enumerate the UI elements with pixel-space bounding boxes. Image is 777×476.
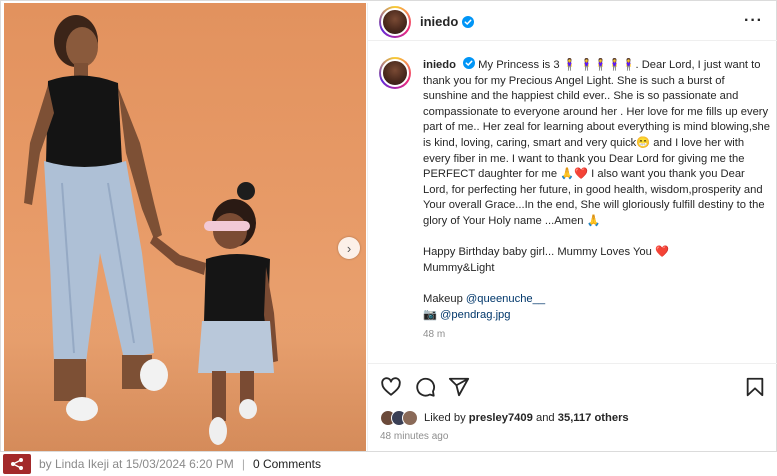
likes-others-count[interactable]: 35,117 others (558, 412, 629, 424)
post-side-panel: iniedo ··· iniedo My Princess is 3 🧍‍♀️ … (367, 3, 777, 451)
and-label: and (532, 412, 558, 424)
author-username[interactable]: iniedo (420, 14, 458, 29)
instagram-post-embed: › iniedo ··· iniedo My Princes (0, 0, 777, 452)
caption-username[interactable]: iniedo (423, 59, 456, 71)
next-arrow-icon: › (346, 240, 352, 256)
mother-daughter-photo-illustration (24, 15, 278, 445)
post-caption: iniedo My Princess is 3 🧍‍♀️ 🧍‍♀️🧍‍♀️🧍‍♀… (379, 57, 771, 340)
liked-by-user[interactable]: presley7409 (469, 412, 533, 424)
share-footer-icon (11, 458, 23, 470)
share-icon[interactable] (448, 376, 470, 398)
birthday-line: Happy Birthday baby girl... Mummy Loves … (423, 246, 669, 259)
comment-icon[interactable] (414, 376, 436, 398)
next-photo-button[interactable]: › (338, 237, 360, 259)
post-photo[interactable]: › (4, 3, 366, 451)
caption-avatar[interactable] (379, 57, 411, 89)
makeup-mention-link[interactable]: @queenuche__ (466, 293, 545, 305)
photographer-mention-link[interactable]: @pendrag.jpg (440, 309, 510, 321)
heart-icon[interactable] (380, 376, 402, 398)
author-byline: by Linda Ikeji at 15/03/2024 6:20 PM (39, 457, 234, 471)
signature-line: Mummy&Light (423, 261, 495, 274)
likes-summary: Liked by presley7409 and 35,117 others (380, 410, 629, 426)
post-actions: Liked by presley7409 and 35,117 others 4… (368, 363, 777, 451)
caption-body: . Dear Lord, I just want to thank you fo… (423, 59, 770, 227)
verified-badge-icon (463, 57, 476, 69)
liker-avatars[interactable] (380, 410, 418, 426)
verified-badge-icon (462, 15, 475, 28)
caption-body-start: My Princess is 3 (478, 59, 563, 71)
more-options-icon[interactable]: ··· (744, 12, 763, 30)
makeup-label: Makeup (423, 292, 466, 305)
share-footer-button[interactable] (3, 454, 31, 474)
liked-by-prefix: Liked by (424, 412, 469, 424)
footer-separator: | (241, 457, 245, 471)
article-footer: by Linda Ikeji at 15/03/2024 6:20 PM | 0… (0, 452, 777, 476)
caption-text: iniedo My Princess is 3 🧍‍♀️ 🧍‍♀️🧍‍♀️🧍‍♀… (423, 57, 771, 323)
comments-link[interactable]: 0 Comments (253, 457, 321, 471)
bookmark-icon[interactable] (744, 376, 766, 398)
camera-icon: 📷 (423, 308, 441, 321)
posted-time: 48 minutes ago (380, 431, 449, 442)
caption-emojis: 🧍‍♀️ 🧍‍♀️🧍‍♀️🧍‍♀️🧍‍♀️ (562, 59, 636, 71)
author-avatar[interactable] (379, 5, 411, 38)
caption-time-ago: 48 m (423, 329, 446, 341)
post-header: iniedo ··· (368, 3, 777, 41)
